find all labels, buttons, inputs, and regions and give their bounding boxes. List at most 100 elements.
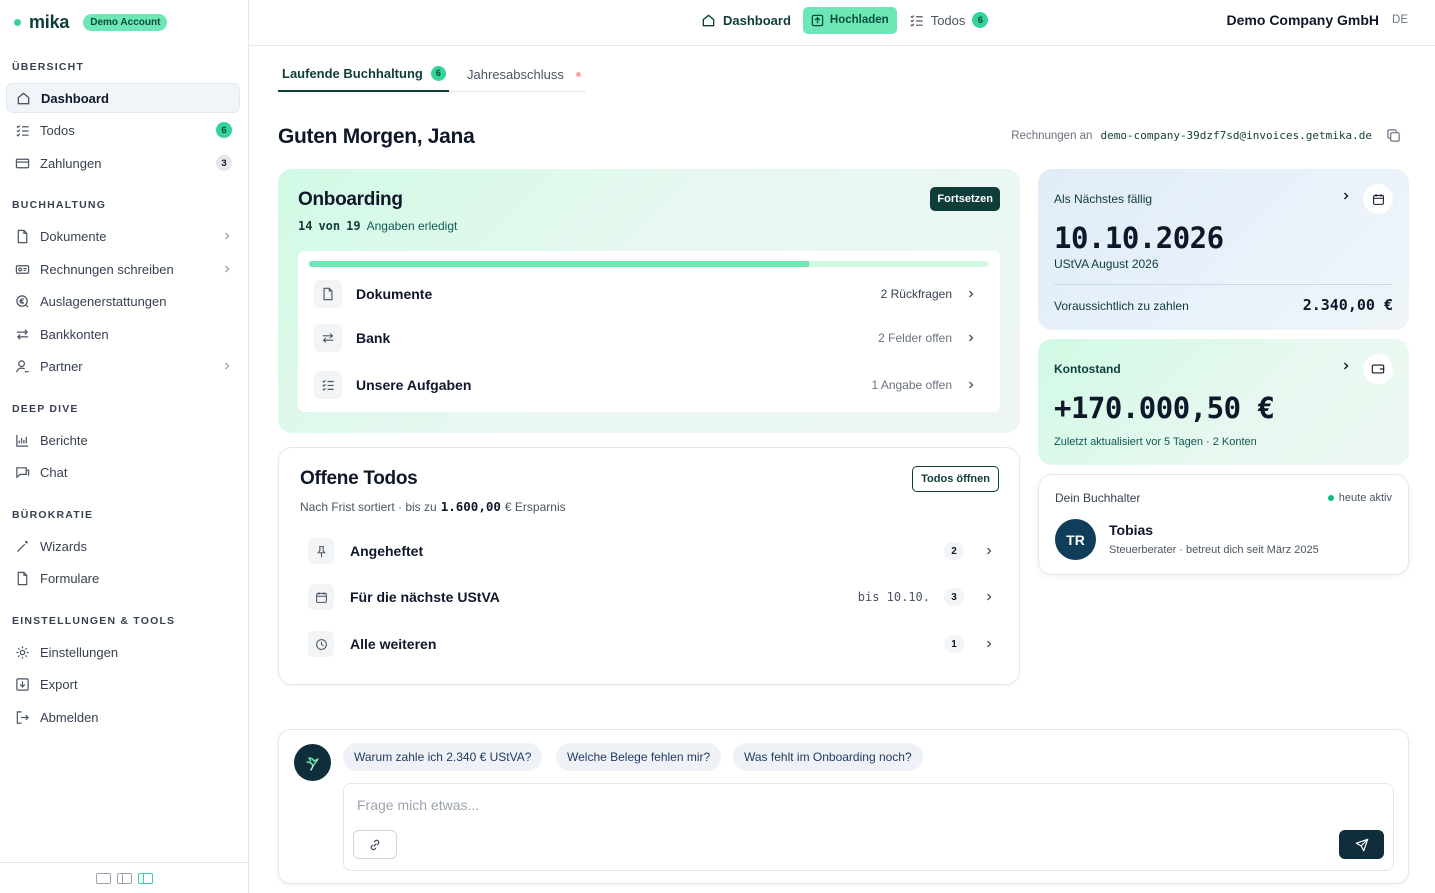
top-todos-badge: 6 <box>972 12 989 28</box>
invoice-icon <box>14 261 30 277</box>
brand-dot <box>14 18 21 26</box>
sidebar-item-einstellungen[interactable]: Einstellungen <box>6 637 240 667</box>
top-dashboard-label: Dashboard <box>723 12 791 28</box>
chevron-right-icon <box>966 380 976 390</box>
transfer-icon <box>14 326 30 342</box>
onboarding-row-label: Dokumente <box>356 286 433 302</box>
sidebar-item-formulare[interactable]: Formulare <box>6 563 240 593</box>
sidebar-item-wizards[interactable]: Wizards <box>6 531 240 561</box>
sidebar-item-berichte[interactable]: Berichte <box>6 425 240 455</box>
calendar-icon[interactable] <box>1363 184 1393 214</box>
accountant-label: Dein Buchhalter <box>1055 491 1141 505</box>
checklist-icon <box>14 122 30 138</box>
onboarding-row-bank[interactable]: Bank 2 Felder offen <box>314 320 984 356</box>
layout-single-icon[interactable] <box>96 872 111 884</box>
todos-sub-prefix: Nach Frist sortiert · bis zu <box>300 499 437 514</box>
chat-input[interactable]: Frage mich etwas... <box>343 783 1394 871</box>
sidebar-item-abmelden[interactable]: Abmelden <box>6 702 240 732</box>
top-todos-label: Todos <box>930 12 966 28</box>
sidebar-item-zahlungen[interactable]: Zahlungen 3 <box>6 148 240 178</box>
assistant-bird-icon <box>294 744 331 781</box>
sidebar-item-chat[interactable]: Chat <box>6 457 240 487</box>
form-icon <box>14 570 30 586</box>
sidebar-item-dokumente[interactable]: Dokumente <box>6 221 240 251</box>
sidebar-item-bankkonten[interactable]: Bankkonten <box>6 319 240 349</box>
accountant-status: heute aktiv <box>1327 492 1392 504</box>
todo-row-alle-weiteren[interactable]: Alle weiteren 1 <box>308 628 994 660</box>
chart-icon <box>14 432 30 448</box>
sidebar-item-rechnungen[interactable]: Rechnungen schreiben <box>6 254 240 284</box>
todo-row-ustva[interactable]: Für die nächste UStVA bis 10.10. 3 <box>308 581 994 613</box>
layout-split-icon[interactable] <box>117 872 132 884</box>
open-todos-button[interactable]: Todos öffnen <box>912 466 999 492</box>
person-icon <box>14 358 30 374</box>
sidebar-item-auslagen[interactable]: Auslagenerstattungen <box>6 286 240 316</box>
top-bar: Dashboard Hochladen Todos 6 Demo Company… <box>249 0 1435 46</box>
balance-label: Kontostand <box>1054 362 1121 376</box>
page-title: Guten Morgen, Jana <box>278 125 475 148</box>
sidebar-item-label: Partner <box>40 358 83 374</box>
chevron-right-icon <box>966 289 976 299</box>
top-dashboard-link[interactable]: Dashboard <box>701 13 791 28</box>
sidebar-item-dashboard[interactable]: Dashboard <box>6 83 240 113</box>
onboarding-row-aufgaben[interactable]: Unsere Aufgaben 1 Angabe offen <box>314 367 984 403</box>
tab-jahresabschluss[interactable]: Jahresabschluss <box>467 56 581 92</box>
tab-label: Jahresabschluss <box>467 66 564 82</box>
onboarding-row-dokumente[interactable]: Dokumente 2 Rückfragen <box>314 276 984 312</box>
upload-button[interactable]: Hochladen <box>802 6 897 34</box>
todo-row-count: 2 <box>944 542 964 560</box>
section-title-buerokratie: BÜROKRATIE <box>12 509 94 521</box>
attach-button[interactable] <box>353 830 397 859</box>
todo-row-angeheftet[interactable]: Angeheftet 2 <box>308 535 994 567</box>
tab-badge: 6 <box>430 65 446 81</box>
tab-laufende-buchhaltung[interactable]: Laufende Buchhaltung 6 <box>278 56 449 92</box>
brand[interactable]: mika Demo Account <box>14 10 168 34</box>
tab-label: Laufende Buchhaltung <box>282 65 423 81</box>
sidebar-item-partner[interactable]: Partner <box>6 351 240 381</box>
avatar[interactable]: TR <box>1055 519 1096 560</box>
invoice-email-line: Rechnungen an demo-company-39dzf7sd@invo… <box>1011 128 1401 143</box>
todo-row-due: bis 10.10. <box>857 590 930 604</box>
sidebar-item-label: Todos <box>40 122 75 138</box>
sidebar-item-export[interactable]: Export <box>6 669 240 699</box>
onboarding-progress-bar <box>309 261 989 267</box>
language-switch[interactable]: DE <box>1392 14 1408 26</box>
continue-button[interactable]: Fortsetzen <box>930 187 1000 211</box>
layout-sidebar-icon[interactable] <box>138 872 153 884</box>
sidebar-item-label: Chat <box>40 464 68 480</box>
suggestion-chip[interactable]: Warum zahle ich 2.340 € UStVA? <box>343 743 543 771</box>
onboarding-card: Onboarding 14 von 19 Angaben erledigt Fo… <box>278 169 1020 433</box>
todo-row-count: 3 <box>944 588 964 606</box>
balance-card[interactable]: Kontostand +170.000,50 € Zuletzt aktuali… <box>1038 339 1409 465</box>
suggestion-chip[interactable]: Welche Belege fehlen mir? <box>556 743 722 771</box>
todos-savings: 1.600,00 <box>440 499 501 514</box>
todos-title: Offene Todos <box>300 468 418 489</box>
sidebar: mika Demo Account ÜBERSICHT Dashboard To… <box>0 0 249 893</box>
todos-subtitle: Nach Frist sortiert · bis zu 1.600,00 € … <box>300 499 566 514</box>
logout-icon <box>14 709 30 725</box>
sidebar-item-label: Zahlungen <box>40 155 102 171</box>
invoice-email[interactable]: demo-company-39dzf7sd@invoices.getmika.d… <box>1100 129 1372 142</box>
accountant-role: Steuerberater · betreut dich seit März 2… <box>1109 544 1319 556</box>
export-icon <box>14 676 30 692</box>
accountant-card: Dein Buchhalter heute aktiv TR Tobias St… <box>1038 474 1409 575</box>
chevron-right-icon <box>222 361 232 371</box>
suggestion-chip[interactable]: Was fehlt im Onboarding noch? <box>733 743 923 771</box>
send-button[interactable] <box>1339 830 1384 859</box>
onboarding-done: 14 <box>298 219 313 233</box>
section-title-deep-dive: DEEP DIVE <box>12 403 79 415</box>
next-due-card[interactable]: Als Nächstes fällig 10.10.2026 UStVA Aug… <box>1038 169 1409 330</box>
chevron-right-icon <box>984 546 994 556</box>
balance-subtitle: Zuletzt aktualisiert vor 5 Tagen · 2 Kon… <box>1054 436 1257 448</box>
wallet-icon[interactable] <box>1363 354 1393 384</box>
section-title-buchhaltung: BUCHHALTUNG <box>12 199 107 211</box>
copy-icon[interactable] <box>1386 128 1401 143</box>
company-name[interactable]: Demo Company GmbH <box>1227 12 1379 28</box>
onboarding-suffix: Angaben erledigt <box>366 219 458 233</box>
top-todos-link[interactable]: Todos 6 <box>909 12 989 28</box>
sidebar-item-todos[interactable]: Todos 6 <box>6 115 240 145</box>
upload-label: Hochladen <box>829 14 889 26</box>
status-dot <box>1327 495 1334 501</box>
sidebar-item-label: Wizards <box>40 538 87 554</box>
onboarding-total: 19 <box>346 219 361 233</box>
